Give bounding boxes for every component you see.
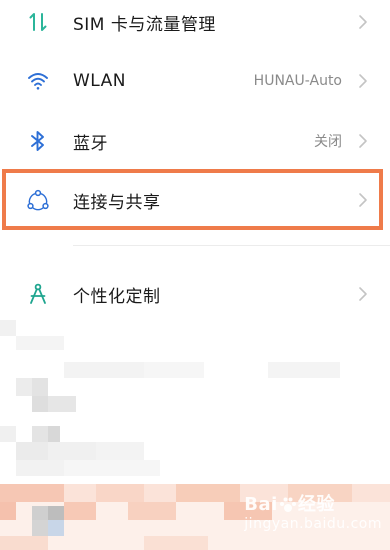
settings-item-personalization[interactable]: 个性化定制 [0, 266, 390, 322]
settings-item-label: 连接与共享 [73, 192, 161, 213]
settings-item-sim-data[interactable]: SIM 卡与流量管理 [0, 0, 390, 50]
baidu-jingyan-watermark: Bai 经验 jingyan.baidu.com [244, 490, 382, 532]
settings-item-connection-sharing[interactable]: 连接与共享 [0, 172, 390, 228]
section-divider [73, 245, 390, 246]
chevron-right-icon [359, 134, 367, 148]
settings-item-label: SIM 卡与流量管理 [73, 14, 216, 35]
settings-item-label: 蓝牙 [73, 133, 108, 154]
chevron-right-icon [359, 287, 367, 301]
watermark-url: jingyan.baidu.com [244, 516, 382, 532]
chevron-right-icon [359, 193, 367, 207]
settings-item-bluetooth[interactable]: 蓝牙 关闭 [0, 113, 390, 169]
connection-sharing-icon [26, 188, 50, 212]
wlan-network-name: HUNAU-Auto [253, 73, 342, 89]
baidu-paw-icon [279, 497, 296, 512]
settings-screen: SIM 卡与流量管理 WLAN HUNAU-Auto 蓝牙 关闭 连接与共享 个… [0, 0, 390, 550]
sim-data-arrows-icon [26, 10, 50, 34]
settings-item-label: WLAN [73, 71, 127, 91]
wifi-icon [26, 69, 50, 93]
personalization-compass-icon [26, 282, 50, 306]
settings-item-wlan[interactable]: WLAN HUNAU-Auto [0, 53, 390, 109]
settings-item-label: 个性化定制 [73, 286, 161, 307]
bluetooth-icon [26, 129, 50, 153]
watermark-brand: Bai [244, 494, 278, 515]
chevron-right-icon [359, 15, 367, 29]
bluetooth-status: 关闭 [314, 134, 342, 150]
chevron-right-icon [359, 74, 367, 88]
watermark-brand-suffix: 经验 [297, 494, 335, 515]
